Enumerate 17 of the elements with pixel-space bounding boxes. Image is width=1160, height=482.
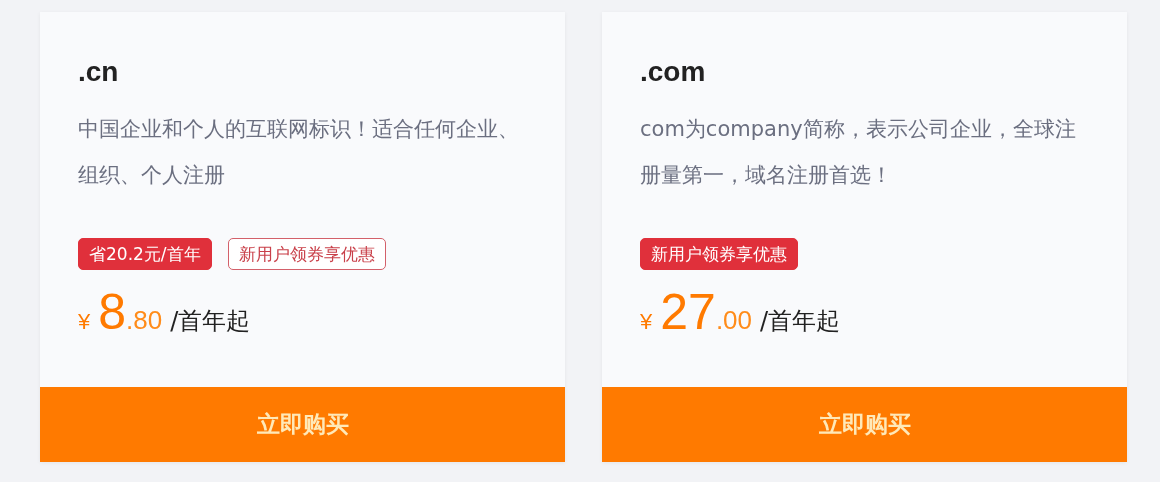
price-decimal: .00 — [715, 305, 753, 336]
currency-symbol: ¥ — [640, 309, 653, 335]
domain-description: 中国企业和个人的互联网标识！适合任何企业、组织、个人注册 — [78, 116, 520, 189]
domain-title: .com — [640, 56, 706, 88]
price-unit: /首年起 — [760, 306, 841, 337]
promo-tag: 省20.2元/首年 — [78, 238, 212, 270]
promo-tag: 新用户领券享优惠 — [227, 238, 386, 270]
currency-symbol: ¥ — [78, 309, 91, 335]
domain-description: com为company简称，表示公司企业，全球注册量第一，域名注册首选！ — [640, 116, 1077, 189]
domain-title: .cn — [78, 56, 119, 88]
price-decimal: .80 — [126, 305, 163, 336]
price-integer: 27 — [660, 284, 716, 340]
price-unit: /首年起 — [170, 306, 251, 337]
buy-button[interactable]: 立即购买 — [40, 387, 565, 462]
buy-button[interactable]: 立即购买 — [602, 387, 1127, 462]
price-integer: 8 — [98, 284, 127, 340]
promo-tag: 新用户领券享优惠 — [640, 238, 798, 270]
